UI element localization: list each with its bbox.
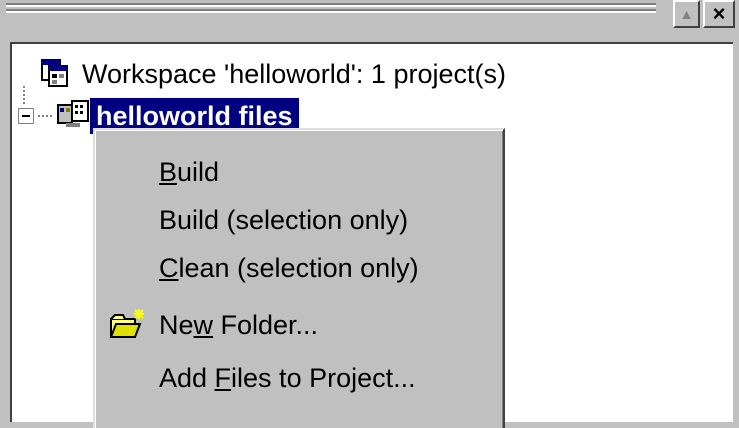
menu-item-clean-selection[interactable]: Clean (selection only) (95, 244, 503, 292)
triangle-up-icon: ▲ (679, 6, 694, 22)
workspace-icon (40, 57, 74, 91)
close-pane-button[interactable]: × (703, 0, 735, 28)
menu-item-label: Add Files to Project... (159, 362, 416, 393)
maximize-pane-button[interactable]: ▲ (673, 0, 700, 28)
menu-item-label: Build (159, 156, 220, 187)
menu-item-label: Build (selection only) (159, 204, 409, 235)
menu-item-label: New Folder... (159, 309, 319, 340)
menu-item-add-files[interactable]: Add Files to Project... (95, 354, 503, 402)
pane-titlebar: ▲ × (0, 0, 739, 42)
context-menu: Build Build (selection only) Clean (sele… (93, 128, 505, 428)
new-folder-icon (107, 307, 147, 343)
project-files-icon (56, 99, 90, 133)
menu-item-build[interactable]: Build (95, 148, 503, 196)
close-icon: × (712, 1, 726, 26)
menu-item-build-selection[interactable]: Build (selection only) (95, 196, 503, 244)
menu-item-new-folder[interactable]: New Folder... (95, 301, 503, 349)
tree-node-workspace[interactable]: Workspace 'helloworld': 1 project(s) (40, 54, 512, 94)
collapse-icon[interactable] (18, 108, 34, 124)
tree-connector-h (38, 115, 52, 117)
pane-grip[interactable] (6, 3, 656, 13)
menu-item-label: Clean (selection only) (159, 252, 419, 283)
workspace-label: Workspace 'helloworld': 1 project(s) (82, 59, 506, 89)
